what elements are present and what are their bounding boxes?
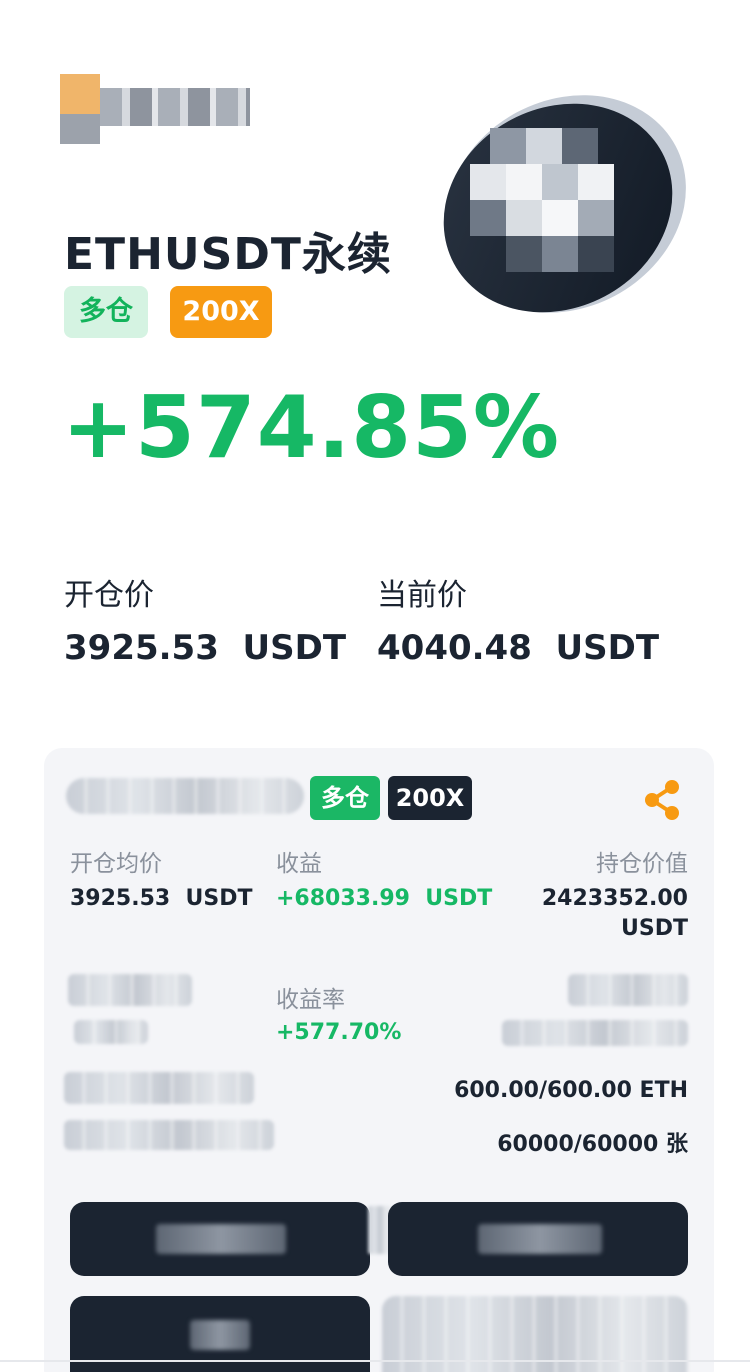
position-value-amount: 2423352.00 bbox=[541, 886, 688, 911]
share-icon[interactable] bbox=[642, 778, 682, 822]
side-tag: 多仓 bbox=[64, 286, 148, 338]
profit-value: +68033.99 USDT bbox=[276, 886, 493, 911]
redacted-value-right bbox=[502, 1020, 688, 1046]
card-side-tag: 多仓 bbox=[310, 776, 380, 820]
avg-open-label: 开仓均价 bbox=[70, 851, 162, 877]
action-button-2[interactable] bbox=[388, 1202, 688, 1276]
profit-rate-label: 收益率 bbox=[276, 987, 345, 1013]
redacted-label-right bbox=[568, 974, 688, 1006]
redacted-label-left bbox=[68, 974, 192, 1006]
size-eth: 600.00/600.00 ETH bbox=[454, 1078, 688, 1103]
profit-label: 收益 bbox=[276, 851, 322, 877]
coin-illustration bbox=[443, 95, 686, 313]
current-price-value: 4040.48 USDT bbox=[377, 628, 660, 668]
action-button-1[interactable] bbox=[70, 1202, 370, 1276]
open-price-value: 3925.53 USDT bbox=[64, 628, 347, 668]
position-card: 多仓 200X 开仓均价 3925.53 USDT 收益 +68033.99 U… bbox=[44, 748, 714, 1372]
redacted-pair-name bbox=[66, 778, 304, 814]
position-value-unit: USDT bbox=[621, 916, 688, 941]
pair-title: ETHUSDT永续 bbox=[64, 229, 392, 280]
size-contracts: 60000/60000 张 bbox=[497, 1132, 688, 1157]
leverage-tag: 200X bbox=[170, 286, 272, 338]
open-price-label: 开仓价 bbox=[64, 578, 154, 613]
redacted-contracts-label bbox=[64, 1120, 274, 1150]
profit-rate-value: +577.70% bbox=[276, 1020, 402, 1045]
avg-open-value: 3925.53 USDT bbox=[70, 886, 253, 911]
redacted-value-left bbox=[74, 1020, 148, 1044]
divider bbox=[0, 1360, 750, 1362]
brand-logo bbox=[60, 74, 252, 144]
redacted-size-label bbox=[64, 1072, 254, 1104]
position-value-label: 持仓价值 bbox=[596, 851, 688, 877]
current-price-label: 当前价 bbox=[377, 578, 467, 613]
pnl-percent: +574.85% bbox=[62, 378, 561, 478]
card-leverage-tag: 200X bbox=[388, 776, 472, 820]
